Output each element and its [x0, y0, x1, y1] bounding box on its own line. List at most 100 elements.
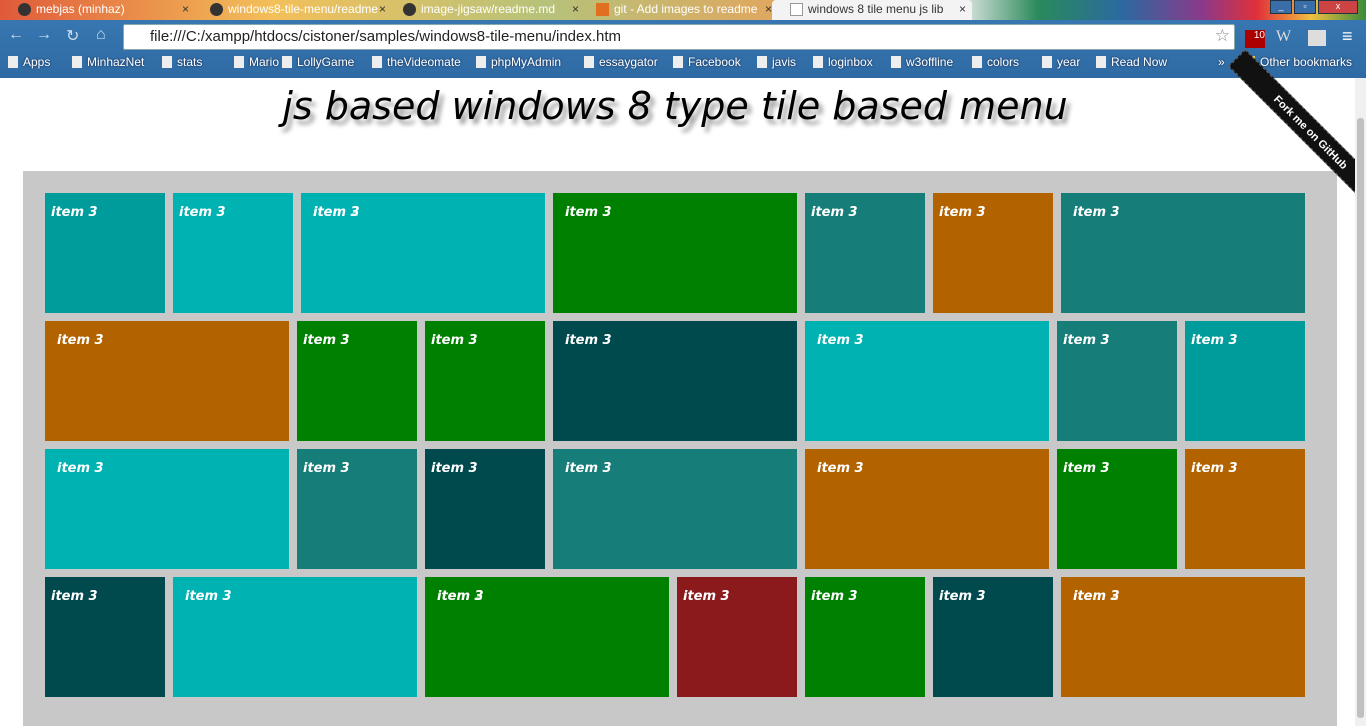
- bookmark-13[interactable]: year: [1042, 55, 1080, 69]
- back-icon[interactable]: ←: [8, 26, 24, 44]
- bookmark-11[interactable]: w3offline: [891, 55, 953, 69]
- more-bookmarks-icon[interactable]: »: [1218, 55, 1225, 69]
- tile[interactable]: item 3 item 2: [301, 193, 545, 313]
- tab-title: windows8-tile-menu/readme: [228, 2, 379, 16]
- tile[interactable]: item 3: [1057, 449, 1177, 569]
- close-tab-icon[interactable]: ×: [765, 2, 772, 16]
- stackoverflow-icon: [596, 3, 609, 16]
- bookmark-14[interactable]: Read Now: [1096, 55, 1167, 69]
- tile[interactable]: item 3: [45, 449, 289, 569]
- tile[interactable]: item 3: [553, 193, 797, 313]
- close-window-button[interactable]: x: [1318, 0, 1358, 14]
- github-icon: [18, 3, 31, 16]
- tile[interactable]: item 3: [553, 449, 797, 569]
- tile[interactable]: item 3: [297, 321, 417, 441]
- bookmark-label: theVideomate: [387, 55, 461, 69]
- tab-4-active[interactable]: windows 8 tile menu js lib ×: [772, 0, 972, 20]
- bookmark-9[interactable]: javis: [757, 55, 796, 69]
- reload-icon[interactable]: ↻: [66, 26, 79, 46]
- tab-2[interactable]: image-jigsaw/readme.md ×: [385, 0, 585, 20]
- tile-label: item 3: [57, 333, 104, 348]
- tile[interactable]: item 3: [173, 193, 293, 313]
- bookmark-8[interactable]: Facebook: [673, 55, 741, 69]
- close-tab-icon[interactable]: ×: [959, 2, 966, 16]
- bookmark-5[interactable]: theVideomate: [372, 55, 461, 69]
- bookmark-icon: [813, 56, 823, 68]
- tile-label: item 3: [1191, 461, 1238, 476]
- tile[interactable]: item 3: [805, 577, 925, 697]
- bookmark-icon: [282, 56, 292, 68]
- tile[interactable]: item 3: [805, 321, 1049, 441]
- maximize-button[interactable]: ▫: [1294, 0, 1316, 14]
- bookmark-label: phpMyAdmin: [491, 55, 562, 69]
- tile-label: item 3: [939, 205, 986, 220]
- bookmark-icon: [372, 56, 382, 68]
- bookmark-icon: [234, 56, 244, 68]
- tile[interactable]: item 3 item 2: [1061, 577, 1305, 697]
- tile[interactable]: item 3: [1057, 321, 1177, 441]
- tile[interactable]: item 3: [805, 449, 1049, 569]
- tile[interactable]: item 3: [425, 449, 545, 569]
- tile[interactable]: item 3: [425, 321, 545, 441]
- page-icon: [790, 3, 803, 16]
- bookmark-icon: [891, 56, 901, 68]
- tab-title: image-jigsaw/readme.md: [421, 2, 556, 16]
- tile-label: item 3: [565, 461, 612, 476]
- bookmark-label: stats: [177, 55, 203, 69]
- extension-icon[interactable]: [1308, 30, 1326, 46]
- tile[interactable]: item 3: [933, 193, 1053, 313]
- tab-0[interactable]: mebjas (minhaz) ×: [0, 0, 195, 20]
- tab-3[interactable]: git - Add images to readme ×: [578, 0, 778, 20]
- bookmark-7[interactable]: essaygator: [584, 55, 658, 69]
- tile[interactable]: item 3 item 2: [425, 577, 669, 697]
- tile-label: item 3: [939, 589, 986, 604]
- tile[interactable]: item 3: [45, 193, 165, 313]
- tile-label: item 3: [303, 333, 350, 348]
- tile[interactable]: item 3: [933, 577, 1053, 697]
- forward-icon[interactable]: →: [36, 26, 52, 44]
- bookmark-label: Read Now: [1111, 55, 1168, 69]
- tile[interactable]: item 3: [45, 577, 165, 697]
- bookmark-12[interactable]: colors: [972, 55, 1019, 69]
- home-icon[interactable]: ⌂: [96, 26, 106, 44]
- tile[interactable]: item 3: [45, 321, 289, 441]
- scrollbar[interactable]: [1355, 78, 1366, 726]
- bookmark-3[interactable]: Mario: [234, 55, 279, 69]
- tab-1[interactable]: windows8-tile-menu/readme ×: [192, 0, 392, 20]
- wikipedia-icon[interactable]: W: [1276, 28, 1291, 46]
- scrollbar-thumb[interactable]: [1357, 118, 1364, 718]
- bookmark-label: javis: [772, 55, 797, 69]
- menu-icon[interactable]: ≡: [1342, 26, 1353, 47]
- tile-label: item 3: [811, 589, 858, 604]
- bookmark-label: Apps: [23, 55, 51, 69]
- tile[interactable]: item 3: [173, 577, 417, 697]
- bookmark-icon: [72, 56, 82, 68]
- bookmark-1[interactable]: MinhazNet: [72, 55, 144, 69]
- address-bar[interactable]: file:///C:/xampp/htdocs/cistoner/samples…: [123, 24, 1235, 50]
- bookmark-icon: [757, 56, 767, 68]
- tile[interactable]: item 3: [1185, 449, 1305, 569]
- tile-label: item 3: [1063, 333, 1110, 348]
- tab-title: windows 8 tile menu js lib: [808, 2, 944, 16]
- bookmark-0[interactable]: Apps: [8, 55, 50, 69]
- star-icon[interactable]: ☆: [1215, 26, 1230, 46]
- tile[interactable]: item 3: [1061, 193, 1305, 313]
- tile[interactable]: item 3: [297, 449, 417, 569]
- tile[interactable]: item 3: [805, 193, 925, 313]
- bookmark-6[interactable]: phpMyAdmin: [476, 55, 561, 69]
- bookmark-icon: [8, 56, 18, 68]
- bookmark-10[interactable]: loginbox: [813, 55, 873, 69]
- bookmark-label: Facebook: [688, 55, 741, 69]
- tile-label: item 3: [431, 333, 478, 348]
- gmail-extension-icon[interactable]: 10: [1245, 30, 1265, 48]
- tile-label-overlap: item 2: [313, 205, 360, 220]
- tile[interactable]: item 3: [553, 321, 797, 441]
- close-tab-icon[interactable]: ×: [182, 2, 189, 16]
- bookmark-icon: [476, 56, 486, 68]
- bookmark-4[interactable]: LollyGame: [282, 55, 354, 69]
- bookmark-2[interactable]: stats: [162, 55, 202, 69]
- minimize-button[interactable]: _: [1270, 0, 1292, 14]
- tile[interactable]: item 3: [1185, 321, 1305, 441]
- tile[interactable]: item 3: [677, 577, 797, 697]
- bookmark-label: year: [1057, 55, 1081, 69]
